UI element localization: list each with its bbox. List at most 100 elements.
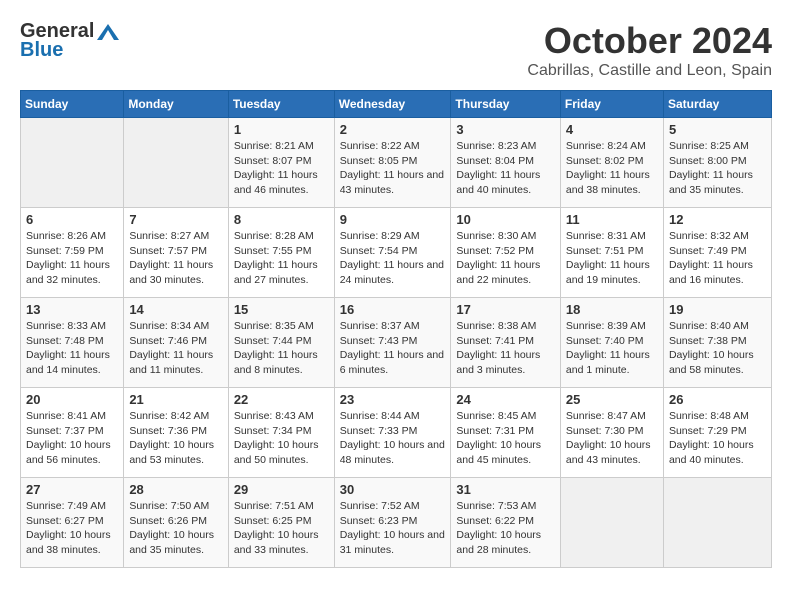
day-number: 26 xyxy=(669,392,766,407)
day-info: Sunrise: 8:34 AM Sunset: 7:46 PM Dayligh… xyxy=(129,319,222,378)
header-day-monday: Monday xyxy=(124,91,228,118)
calendar-cell: 30 Sunrise: 7:52 AM Sunset: 6:23 PM Dayli… xyxy=(334,478,451,568)
logo: General Blue xyxy=(20,20,120,62)
calendar-cell: 9 Sunrise: 8:29 AM Sunset: 7:54 PM Daylig… xyxy=(334,208,451,298)
day-number: 12 xyxy=(669,212,766,227)
day-number: 28 xyxy=(129,482,222,497)
day-number: 3 xyxy=(456,122,555,137)
day-info: Sunrise: 8:45 AM Sunset: 7:31 PM Dayligh… xyxy=(456,409,555,468)
calendar-cell: 20 Sunrise: 8:41 AM Sunset: 7:37 PM Dayli… xyxy=(21,388,124,478)
logo-blue: Blue xyxy=(20,39,63,62)
calendar-cell: 1 Sunrise: 8:21 AM Sunset: 8:07 PM Daylig… xyxy=(228,118,334,208)
day-info: Sunrise: 8:32 AM Sunset: 7:49 PM Dayligh… xyxy=(669,229,766,288)
day-number: 16 xyxy=(340,302,446,317)
day-info: Sunrise: 8:44 AM Sunset: 7:33 PM Dayligh… xyxy=(340,409,446,468)
day-info: Sunrise: 8:21 AM Sunset: 8:07 PM Dayligh… xyxy=(234,139,329,198)
day-info: Sunrise: 8:29 AM Sunset: 7:54 PM Dayligh… xyxy=(340,229,446,288)
week-row-1: 1 Sunrise: 8:21 AM Sunset: 8:07 PM Daylig… xyxy=(21,118,772,208)
title-section: October 2024 Cabrillas, Castille and Leo… xyxy=(527,20,772,80)
header: General Blue October 2024 Cabrillas, Cas… xyxy=(20,20,772,80)
day-info: Sunrise: 8:25 AM Sunset: 8:00 PM Dayligh… xyxy=(669,139,766,198)
day-info: Sunrise: 7:53 AM Sunset: 6:22 PM Dayligh… xyxy=(456,499,555,558)
calendar-cell: 10 Sunrise: 8:30 AM Sunset: 7:52 PM Dayli… xyxy=(451,208,561,298)
day-info: Sunrise: 8:35 AM Sunset: 7:44 PM Dayligh… xyxy=(234,319,329,378)
day-info: Sunrise: 8:31 AM Sunset: 7:51 PM Dayligh… xyxy=(566,229,658,288)
day-info: Sunrise: 8:33 AM Sunset: 7:48 PM Dayligh… xyxy=(26,319,118,378)
calendar-cell xyxy=(124,118,228,208)
calendar-cell: 27 Sunrise: 7:49 AM Sunset: 6:27 PM Dayli… xyxy=(21,478,124,568)
calendar-cell xyxy=(663,478,771,568)
day-info: Sunrise: 8:27 AM Sunset: 7:57 PM Dayligh… xyxy=(129,229,222,288)
day-info: Sunrise: 7:50 AM Sunset: 6:26 PM Dayligh… xyxy=(129,499,222,558)
day-info: Sunrise: 8:22 AM Sunset: 8:05 PM Dayligh… xyxy=(340,139,446,198)
header-day-saturday: Saturday xyxy=(663,91,771,118)
day-number: 30 xyxy=(340,482,446,497)
day-info: Sunrise: 8:28 AM Sunset: 7:55 PM Dayligh… xyxy=(234,229,329,288)
day-number: 31 xyxy=(456,482,555,497)
day-number: 4 xyxy=(566,122,658,137)
calendar-cell: 15 Sunrise: 8:35 AM Sunset: 7:44 PM Dayli… xyxy=(228,298,334,388)
calendar-cell xyxy=(21,118,124,208)
calendar-cell: 11 Sunrise: 8:31 AM Sunset: 7:51 PM Dayli… xyxy=(560,208,663,298)
day-number: 19 xyxy=(669,302,766,317)
day-number: 20 xyxy=(26,392,118,407)
day-number: 2 xyxy=(340,122,446,137)
day-number: 24 xyxy=(456,392,555,407)
location-title: Cabrillas, Castille and Leon, Spain xyxy=(527,62,772,80)
day-number: 25 xyxy=(566,392,658,407)
day-info: Sunrise: 8:38 AM Sunset: 7:41 PM Dayligh… xyxy=(456,319,555,378)
calendar-cell: 29Sunrise: 7:51 AM Sunset: 6:25 PM Dayli… xyxy=(228,478,334,568)
day-number: 8 xyxy=(234,212,329,227)
calendar-cell: 23 Sunrise: 8:44 AM Sunset: 7:33 PM Dayli… xyxy=(334,388,451,478)
day-number: 17 xyxy=(456,302,555,317)
day-number: 14 xyxy=(129,302,222,317)
calendar-cell: 28 Sunrise: 7:50 AM Sunset: 6:26 PM Dayli… xyxy=(124,478,228,568)
header-row: SundayMondayTuesdayWednesdayThursdayFrid… xyxy=(21,91,772,118)
calendar-cell: 3 Sunrise: 8:23 AM Sunset: 8:04 PM Daylig… xyxy=(451,118,561,208)
day-number: 13 xyxy=(26,302,118,317)
day-info: Sunrise: 7:52 AM Sunset: 6:23 PM Dayligh… xyxy=(340,499,446,558)
calendar-header: SundayMondayTuesdayWednesdayThursdayFrid… xyxy=(21,91,772,118)
day-info: Sunrise: 8:37 AM Sunset: 7:43 PM Dayligh… xyxy=(340,319,446,378)
calendar-cell: 22Sunrise: 8:43 AM Sunset: 7:34 PM Dayli… xyxy=(228,388,334,478)
day-info: Sunrise: 8:26 AM Sunset: 7:59 PM Dayligh… xyxy=(26,229,118,288)
logo-icon xyxy=(97,24,119,40)
day-info: Sunrise: 8:24 AM Sunset: 8:02 PM Dayligh… xyxy=(566,139,658,198)
week-row-5: 27 Sunrise: 7:49 AM Sunset: 6:27 PM Dayli… xyxy=(21,478,772,568)
calendar-cell: 18 Sunrise: 8:39 AM Sunset: 7:40 PM Dayli… xyxy=(560,298,663,388)
calendar-cell: 24 Sunrise: 8:45 AM Sunset: 7:31 PM Dayli… xyxy=(451,388,561,478)
day-info: Sunrise: 7:51 AM Sunset: 6:25 PM Dayligh… xyxy=(234,499,329,558)
day-number: 10 xyxy=(456,212,555,227)
calendar-cell: 21Sunrise: 8:42 AM Sunset: 7:36 PM Dayli… xyxy=(124,388,228,478)
day-number: 11 xyxy=(566,212,658,227)
week-row-2: 6 Sunrise: 8:26 AM Sunset: 7:59 PM Daylig… xyxy=(21,208,772,298)
day-number: 27 xyxy=(26,482,118,497)
calendar-cell: 4 Sunrise: 8:24 AM Sunset: 8:02 PM Daylig… xyxy=(560,118,663,208)
calendar-cell: 12 Sunrise: 8:32 AM Sunset: 7:49 PM Dayli… xyxy=(663,208,771,298)
day-number: 7 xyxy=(129,212,222,227)
day-info: Sunrise: 8:40 AM Sunset: 7:38 PM Dayligh… xyxy=(669,319,766,378)
header-day-friday: Friday xyxy=(560,91,663,118)
calendar-table: SundayMondayTuesdayWednesdayThursdayFrid… xyxy=(20,90,772,568)
day-info: Sunrise: 8:41 AM Sunset: 7:37 PM Dayligh… xyxy=(26,409,118,468)
calendar-cell: 25 Sunrise: 8:47 AM Sunset: 7:30 PM Dayli… xyxy=(560,388,663,478)
week-row-3: 13 Sunrise: 8:33 AM Sunset: 7:48 PM Dayli… xyxy=(21,298,772,388)
day-number: 9 xyxy=(340,212,446,227)
day-info: Sunrise: 8:47 AM Sunset: 7:30 PM Dayligh… xyxy=(566,409,658,468)
calendar-cell: 26Sunrise: 8:48 AM Sunset: 7:29 PM Dayli… xyxy=(663,388,771,478)
calendar-cell: 17 Sunrise: 8:38 AM Sunset: 7:41 PM Dayli… xyxy=(451,298,561,388)
calendar-cell: 14 Sunrise: 8:34 AM Sunset: 7:46 PM Dayli… xyxy=(124,298,228,388)
calendar-cell: 16 Sunrise: 8:37 AM Sunset: 7:43 PM Dayli… xyxy=(334,298,451,388)
day-info: Sunrise: 8:30 AM Sunset: 7:52 PM Dayligh… xyxy=(456,229,555,288)
day-info: Sunrise: 7:49 AM Sunset: 6:27 PM Dayligh… xyxy=(26,499,118,558)
day-number: 15 xyxy=(234,302,329,317)
day-number: 1 xyxy=(234,122,329,137)
day-info: Sunrise: 8:23 AM Sunset: 8:04 PM Dayligh… xyxy=(456,139,555,198)
day-number: 18 xyxy=(566,302,658,317)
day-number: 23 xyxy=(340,392,446,407)
day-number: 6 xyxy=(26,212,118,227)
day-info: Sunrise: 8:39 AM Sunset: 7:40 PM Dayligh… xyxy=(566,319,658,378)
header-day-thursday: Thursday xyxy=(451,91,561,118)
day-number: 5 xyxy=(669,122,766,137)
day-number: 22 xyxy=(234,392,329,407)
